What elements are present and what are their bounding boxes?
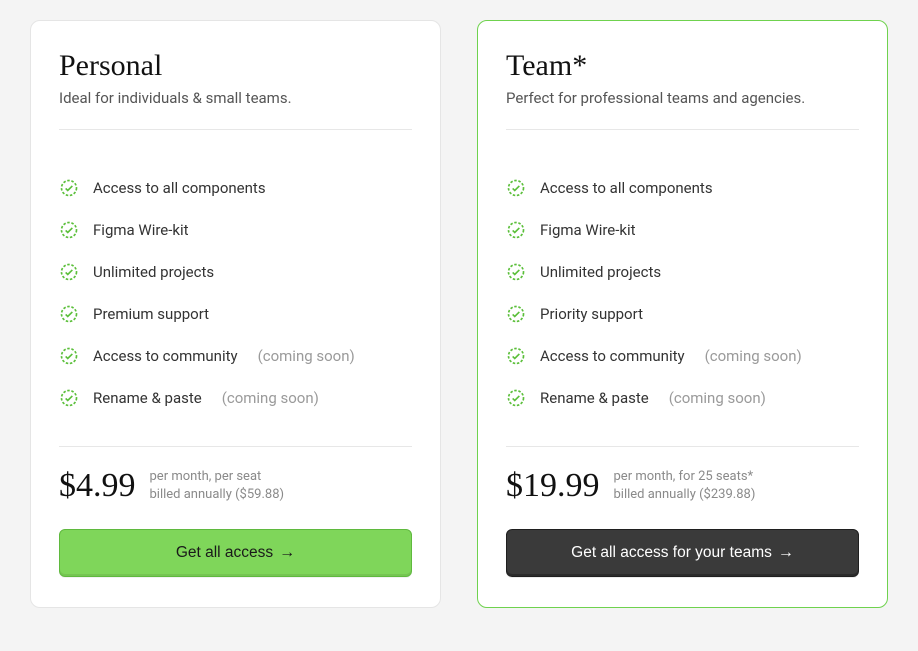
price-row: $4.99 per month, per seat billed annuall… <box>59 467 412 505</box>
price-line1: per month, for 25 seats* <box>614 468 756 486</box>
price-row: $19.99 per month, for 25 seats* billed a… <box>506 467 859 505</box>
feature-item: Priority support <box>506 304 859 324</box>
feature-item: Access to all components <box>506 178 859 198</box>
feature-label: Rename & paste <box>540 389 649 407</box>
feature-item: Access to all components <box>59 178 412 198</box>
feature-label: Access to all components <box>540 179 713 197</box>
cta-label: Get all access for your teams <box>571 544 772 562</box>
price-line1: per month, per seat <box>150 468 285 486</box>
feature-tag: (coming soon) <box>258 347 355 365</box>
check-icon <box>59 220 79 240</box>
feature-label: Rename & paste <box>93 389 202 407</box>
feature-label: Access to community <box>93 347 238 365</box>
price-line2: billed annually ($239.88) <box>614 486 756 504</box>
feature-tag: (coming soon) <box>222 389 319 407</box>
check-icon <box>59 262 79 282</box>
feature-label: Unlimited projects <box>93 263 214 281</box>
feature-label: Priority support <box>540 305 643 323</box>
feature-item: Premium support <box>59 304 412 324</box>
feature-item: Unlimited projects <box>506 262 859 282</box>
feature-item: Rename & paste (coming soon) <box>506 388 859 408</box>
feature-item: Figma Wire-kit <box>59 220 412 240</box>
arrow-right-icon: → <box>778 544 794 562</box>
check-icon <box>59 304 79 324</box>
pricing-cards: Personal Ideal for individuals & small t… <box>30 20 888 608</box>
get-access-team-button[interactable]: Get all access for your teams → <box>506 529 859 577</box>
feature-item: Unlimited projects <box>59 262 412 282</box>
feature-item: Figma Wire-kit <box>506 220 859 240</box>
feature-label: Figma Wire-kit <box>540 221 636 239</box>
check-icon <box>506 262 526 282</box>
feature-item: Access to community (coming soon) <box>59 346 412 366</box>
check-icon <box>59 388 79 408</box>
feature-tag: (coming soon) <box>705 347 802 365</box>
price-meta: per month, per seat billed annually ($59… <box>150 468 285 503</box>
check-icon <box>506 388 526 408</box>
feature-label: Access to all components <box>93 179 266 197</box>
price-value: $4.99 <box>59 467 136 505</box>
feature-label: Access to community <box>540 347 685 365</box>
plan-subtitle: Ideal for individuals & small teams. <box>59 89 412 107</box>
plan-card-team: Team* Perfect for professional teams and… <box>477 20 888 608</box>
feature-item: Access to community (coming soon) <box>506 346 859 366</box>
divider <box>59 129 412 130</box>
get-access-button[interactable]: Get all access → <box>59 529 412 577</box>
divider <box>506 129 859 130</box>
plan-subtitle: Perfect for professional teams and agenc… <box>506 89 859 107</box>
cta-label: Get all access <box>176 544 273 562</box>
feature-label: Figma Wire-kit <box>93 221 189 239</box>
arrow-right-icon: → <box>279 544 295 562</box>
price-value: $19.99 <box>506 467 600 505</box>
check-icon <box>506 346 526 366</box>
plan-title: Team* <box>506 49 859 83</box>
feature-tag: (coming soon) <box>669 389 766 407</box>
divider <box>506 446 859 447</box>
feature-list: Access to all components Figma Wire-kit … <box>506 178 859 408</box>
feature-label: Unlimited projects <box>540 263 661 281</box>
check-icon <box>506 304 526 324</box>
check-icon <box>506 178 526 198</box>
check-icon <box>59 178 79 198</box>
plan-title: Personal <box>59 49 412 83</box>
feature-label: Premium support <box>93 305 209 323</box>
check-icon <box>59 346 79 366</box>
price-meta: per month, for 25 seats* billed annually… <box>614 468 756 503</box>
plan-card-personal: Personal Ideal for individuals & small t… <box>30 20 441 608</box>
feature-item: Rename & paste (coming soon) <box>59 388 412 408</box>
check-icon <box>506 220 526 240</box>
divider <box>59 446 412 447</box>
price-line2: billed annually ($59.88) <box>150 486 285 504</box>
feature-list: Access to all components Figma Wire-kit … <box>59 178 412 408</box>
